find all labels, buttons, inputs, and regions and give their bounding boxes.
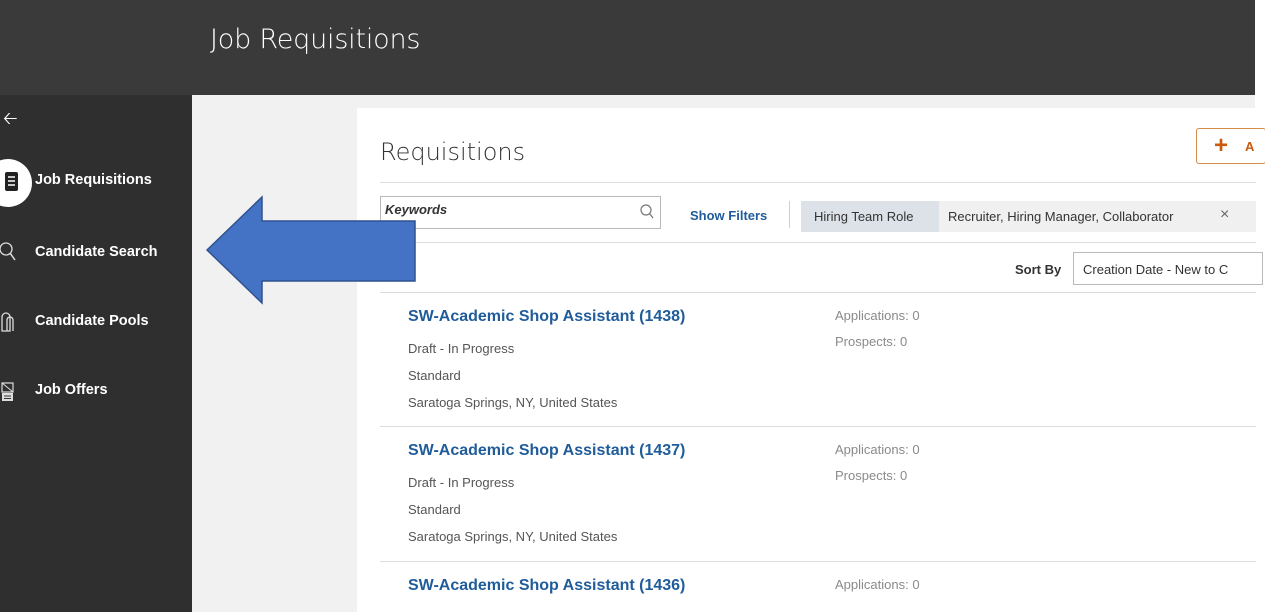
filter-chip-values: Recruiter, Hiring Manager, Collaborator xyxy=(948,209,1174,224)
document-list-icon xyxy=(5,172,18,191)
content-right-edge xyxy=(1255,95,1265,612)
filter-chip-role: Hiring Team Role xyxy=(801,201,939,232)
divider xyxy=(380,242,1256,243)
sidebar-item-job-offers[interactable]: Job Offers xyxy=(0,371,192,411)
keywords-search-box[interactable] xyxy=(380,196,661,229)
applications-count: Applications: 0 xyxy=(835,442,920,457)
list-item: SW-Academic Shop Assistant (1437) Draft … xyxy=(380,427,1256,562)
header-right-edge xyxy=(1255,0,1265,95)
applications-count: Applications: 0 xyxy=(835,308,920,323)
sidebar-item-job-requisitions[interactable]: Job Requisitions xyxy=(0,159,192,207)
requisition-type: Standard xyxy=(408,368,461,383)
sort-select-value: Creation Date - New to C xyxy=(1083,262,1229,277)
sidebar: 🡠 Job Requisitions Candidate Search Cand… xyxy=(0,95,192,612)
close-icon[interactable]: × xyxy=(1220,206,1229,224)
requisition-title-link[interactable]: SW-Academic Shop Assistant (1436) xyxy=(408,577,685,595)
requisition-title-link[interactable]: SW-Academic Shop Assistant (1438) xyxy=(408,308,685,326)
prospects-count: Prospects: 0 xyxy=(835,334,908,349)
top-header: Job Requisitions xyxy=(0,0,1265,95)
search-icon[interactable] xyxy=(639,203,655,223)
search-input[interactable] xyxy=(385,202,625,217)
plus-icon: + xyxy=(1214,132,1229,159)
applications-count: Applications: 0 xyxy=(835,577,920,592)
sidebar-item-label: Job Offers xyxy=(35,382,108,398)
pool-icon xyxy=(1,312,14,332)
sidebar-item-label: Candidate Search xyxy=(35,244,158,260)
prospects-count: Prospects: 0 xyxy=(835,468,908,483)
list-item: SW-Academic Shop Assistant (1438) Draft … xyxy=(380,293,1256,428)
sidebar-item-label: Job Requisitions xyxy=(35,172,152,188)
requisition-location: Saratoga Springs, NY, United States xyxy=(408,529,618,544)
sidebar-item-candidate-search[interactable]: Candidate Search xyxy=(0,233,192,273)
requisition-status: Draft - In Progress xyxy=(408,475,515,490)
list-item: SW-Academic Shop Assistant (1436) Applic… xyxy=(380,562,1256,612)
show-filters-link[interactable]: Show Filters xyxy=(690,208,767,223)
sidebar-item-candidate-pools[interactable]: Candidate Pools xyxy=(0,302,192,342)
add-requisition-button[interactable]: + A xyxy=(1196,128,1265,164)
requisition-title-link[interactable]: SW-Academic Shop Assistant (1437) xyxy=(408,442,685,460)
requisition-type: Standard xyxy=(408,502,461,517)
sort-by-label: Sort By xyxy=(1015,262,1062,277)
offer-letter-icon xyxy=(1,382,14,401)
divider xyxy=(380,182,1256,183)
search-icon xyxy=(0,242,16,261)
vertical-divider xyxy=(789,201,790,228)
sort-select[interactable]: Creation Date - New to C xyxy=(1073,252,1263,285)
filter-chip: Hiring Team Role Recruiter, Hiring Manag… xyxy=(801,201,1256,232)
sidebar-item-label: Candidate Pools xyxy=(35,313,149,329)
requisition-location: Saratoga Springs, NY, United States xyxy=(408,395,618,410)
page-title: Job Requisitions xyxy=(210,24,421,55)
section-title: Requisitions xyxy=(380,138,526,166)
back-arrow-icon[interactable]: 🡠 xyxy=(3,106,18,136)
add-button-label: A xyxy=(1245,139,1255,154)
requisition-status: Draft - In Progress xyxy=(408,341,515,356)
